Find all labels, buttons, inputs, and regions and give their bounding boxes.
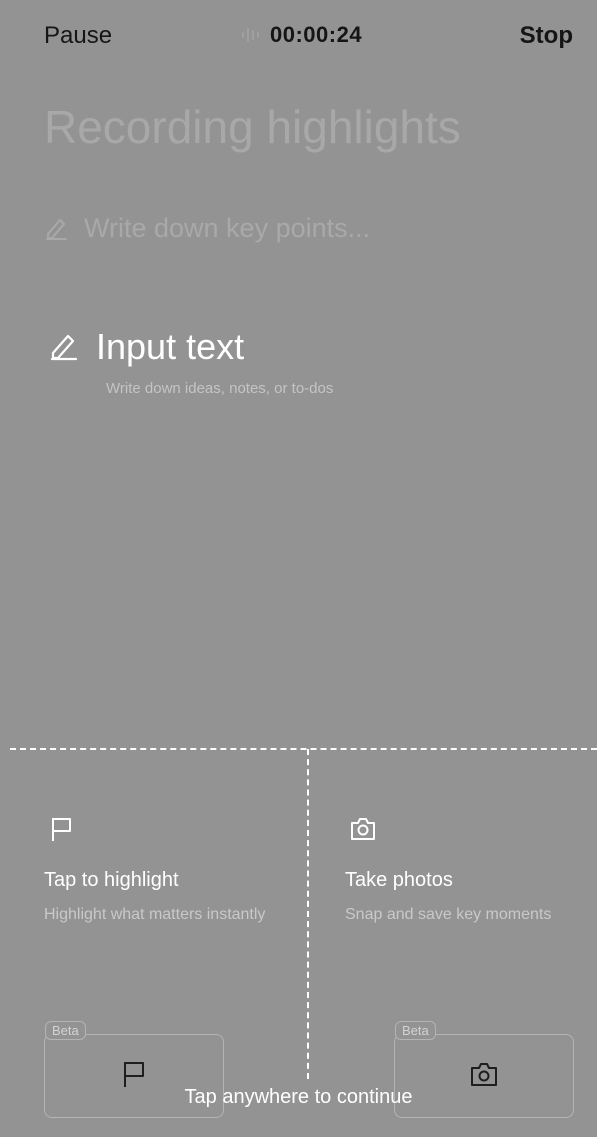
pause-button[interactable]: Pause <box>44 22 112 50</box>
elapsed-time: 00:00:24 <box>270 22 363 47</box>
input-text-title: Input text <box>96 326 245 367</box>
stop-button[interactable]: Stop <box>520 22 573 50</box>
highlight-tutorial: Tap to highlight Highlight what matters … <box>44 815 274 926</box>
pencil-icon <box>50 334 78 361</box>
flag-icon <box>52 818 71 841</box>
tap-to-continue-text[interactable]: Tap anywhere to continue <box>0 1086 597 1109</box>
input-text-subtitle: Write down ideas, notes, or to-dos <box>106 380 334 397</box>
key-points-field[interactable]: Write down key points... <box>44 213 370 244</box>
camera-icon <box>471 1063 497 1086</box>
beta-badge: Beta <box>395 1021 436 1040</box>
tutorial-divider-horizontal <box>10 748 597 750</box>
beta-badge: Beta <box>45 1021 86 1040</box>
page-title: Recording highlights <box>44 101 461 153</box>
recording-timer: 00:00:24 <box>240 22 362 48</box>
photo-title: Take photos <box>345 869 453 891</box>
key-points-placeholder: Write down key points... <box>84 213 371 243</box>
highlight-title: Tap to highlight <box>44 869 179 891</box>
tutorial-divider-vertical <box>307 749 309 1079</box>
input-text-hint: Input text Write down ideas, notes, or t… <box>48 326 333 397</box>
pencil-icon <box>46 218 67 240</box>
recording-top-bar: Pause 00:00:24 Stop <box>0 0 597 72</box>
flag-icon <box>124 1062 144 1087</box>
photo-description: Snap and save key moments <box>345 906 552 923</box>
photo-tutorial: Take photos Snap and save key moments <box>345 815 575 926</box>
highlight-description: Highlight what matters instantly <box>44 906 266 923</box>
audio-waveform-icon <box>242 28 259 42</box>
camera-icon <box>351 818 375 840</box>
